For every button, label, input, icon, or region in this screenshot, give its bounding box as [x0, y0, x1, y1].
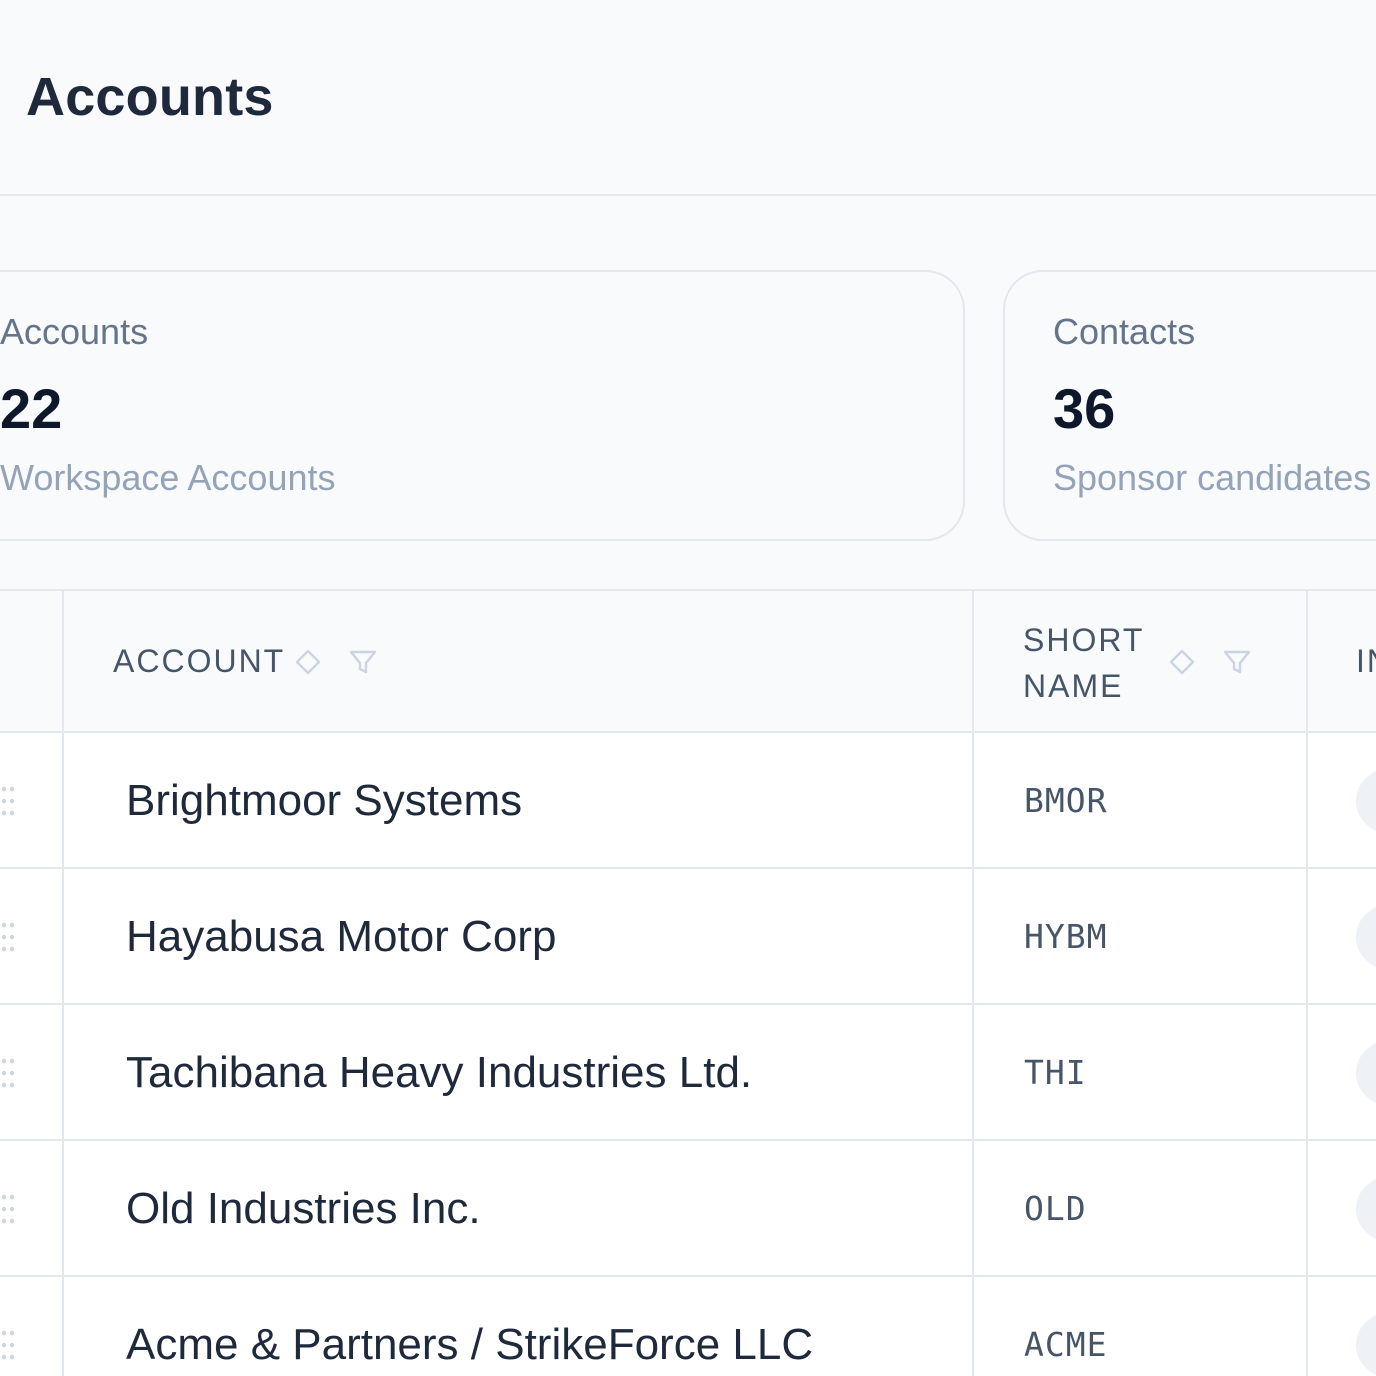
sort-icon[interactable] — [293, 647, 323, 677]
column-divider — [62, 591, 64, 1376]
account-name[interactable]: Acme & Partners / StrikeForce LLC — [126, 1319, 813, 1371]
drag-handle-icon[interactable] — [0, 1329, 16, 1361]
drag-handle-icon[interactable] — [0, 921, 16, 953]
account-name[interactable]: Brightmoor Systems — [126, 775, 522, 827]
stat-subtitle: Workspace Accounts — [0, 457, 336, 498]
stat-value: 22 — [0, 377, 63, 440]
table-header: ACCOUNT SHORT NAME IN — [0, 591, 1376, 733]
stat-card-accounts: Accounts 22 Workspace Accounts — [0, 270, 965, 541]
account-name[interactable]: Old Industries Inc. — [126, 1183, 481, 1235]
drag-handle-icon[interactable] — [0, 1193, 16, 1225]
accounts-page: Accounts Accounts 22 Workspace Accounts … — [0, 0, 1376, 1376]
table-row[interactable]: Old Industries Inc. OLD — [0, 1141, 1376, 1277]
status-pill — [1356, 769, 1376, 833]
table-row[interactable]: Tachibana Heavy Industries Ltd. THI — [0, 1005, 1376, 1141]
header-divider — [0, 194, 1376, 196]
filter-icon[interactable] — [348, 647, 378, 677]
stat-subtitle: Sponsor candidates — [1053, 457, 1372, 498]
stat-label: Accounts — [0, 311, 149, 352]
column-header-short-name-line2[interactable]: NAME — [1023, 663, 1123, 709]
short-name: OLD — [1024, 1189, 1087, 1228]
sort-icon[interactable] — [1167, 647, 1197, 677]
stat-card-contacts: Contacts 36 Sponsor candidates — [1003, 270, 1376, 541]
table-row[interactable]: Hayabusa Motor Corp HYBM — [0, 869, 1376, 1005]
column-header-short-name-line1[interactable]: SHORT — [1023, 617, 1144, 663]
column-header-account[interactable]: ACCOUNT — [113, 638, 285, 684]
account-name[interactable]: Hayabusa Motor Corp — [126, 911, 556, 963]
status-pill — [1356, 1177, 1376, 1241]
stat-value: 36 — [1053, 377, 1116, 440]
column-divider — [972, 591, 974, 1376]
short-name: ACME — [1024, 1325, 1108, 1364]
drag-handle-icon[interactable] — [0, 1057, 16, 1089]
short-name: THI — [1024, 1053, 1087, 1092]
short-name: HYBM — [1024, 917, 1108, 956]
short-name: BMOR — [1024, 781, 1108, 820]
status-pill — [1356, 1313, 1376, 1376]
filter-icon[interactable] — [1222, 647, 1252, 677]
status-pill — [1356, 905, 1376, 969]
column-divider — [1306, 591, 1308, 1376]
table-row[interactable]: Brightmoor Systems BMOR — [0, 733, 1376, 869]
account-name[interactable]: Tachibana Heavy Industries Ltd. — [126, 1047, 752, 1099]
column-header-clipped[interactable]: IN — [1356, 638, 1376, 684]
status-pill — [1356, 1041, 1376, 1105]
stat-label: Contacts — [1053, 311, 1196, 352]
page-title: Accounts — [26, 67, 274, 127]
table-row[interactable]: Acme & Partners / StrikeForce LLC ACME — [0, 1277, 1376, 1376]
accounts-table: ACCOUNT SHORT NAME IN Brightmoor Systems… — [0, 589, 1376, 1376]
drag-handle-icon[interactable] — [0, 785, 16, 817]
